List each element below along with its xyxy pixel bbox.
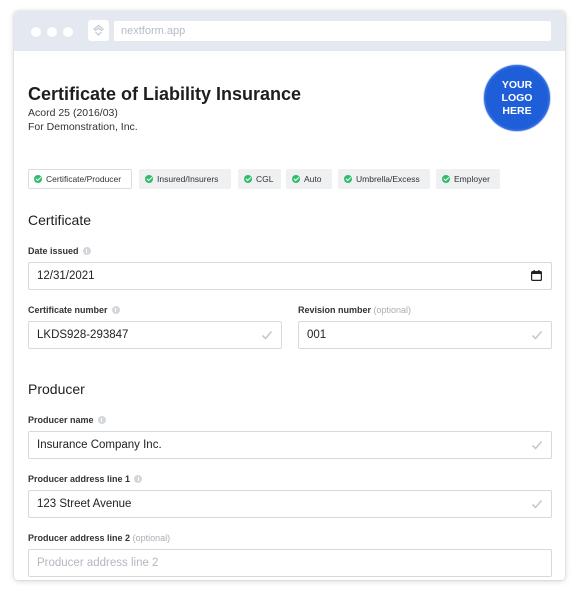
input-value: 123 Street Avenue: [37, 498, 132, 510]
label-text: Revision number: [298, 305, 372, 315]
input-value: 12/31/2021: [37, 270, 95, 282]
info-icon[interactable]: [82, 247, 91, 255]
producer-address2-label: Producer address line 2 (optional): [28, 533, 170, 543]
tab-cgl[interactable]: CGL: [238, 169, 281, 189]
tab-label: Insured/Insurers: [157, 174, 219, 184]
info-icon[interactable]: [111, 306, 120, 314]
optional-hint: (optional): [373, 305, 412, 315]
date-issued-label: Date issued: [28, 246, 91, 256]
tab-umbrella-excess[interactable]: Umbrella/Excess: [338, 169, 430, 189]
tab-auto[interactable]: Auto: [286, 169, 332, 189]
label-text: Producer address line 1: [28, 474, 131, 484]
window-dot-maximize[interactable]: [63, 27, 73, 37]
url-bar[interactable]: nextform.app: [114, 21, 551, 41]
checkmark-icon: [531, 499, 543, 509]
section-title-producer: Producer: [28, 381, 85, 397]
tab-insured-insurers[interactable]: Insured/Insurers: [139, 169, 231, 189]
form-code: Acord 25 (2016/03): [28, 107, 118, 119]
check-circle-icon: [344, 175, 352, 183]
browser-window: nextform.app Certificate of Liability In…: [14, 11, 565, 580]
window-dot-minimize[interactable]: [47, 27, 57, 37]
site-icon: [88, 20, 109, 41]
check-circle-icon: [442, 175, 450, 183]
input-value: 001: [307, 329, 327, 341]
check-circle-icon: [145, 175, 153, 183]
producer-address2-input[interactable]: Producer address line 2: [28, 549, 552, 577]
input-value: LKDS928-293847: [37, 329, 129, 341]
check-circle-icon: [292, 175, 300, 183]
certificate-number-input[interactable]: LKDS928-293847: [28, 321, 282, 349]
logo-line: HERE: [502, 104, 532, 117]
optional-hint: (optional): [132, 533, 171, 543]
tab-label: CGL: [256, 174, 274, 184]
browser-titlebar: nextform.app: [14, 11, 565, 51]
input-placeholder: Producer address line 2: [37, 557, 159, 569]
label-text: Date issued: [28, 246, 79, 256]
section-title-certificate: Certificate: [28, 212, 92, 228]
calendar-icon[interactable]: [531, 270, 542, 281]
info-icon[interactable]: [134, 475, 143, 483]
tab-label: Auto: [304, 174, 322, 184]
window-dot-close[interactable]: [31, 27, 41, 37]
revision-number-input[interactable]: 001: [298, 321, 552, 349]
producer-address1-input[interactable]: 123 Street Avenue: [28, 490, 552, 518]
certificate-number-label: Certificate number: [28, 305, 120, 315]
label-text: Producer address line 2: [28, 533, 131, 543]
logo-placeholder: YOUR LOGO HERE: [484, 65, 550, 131]
checkmark-icon: [531, 330, 543, 340]
input-value: Insurance Company Inc.: [37, 439, 162, 451]
producer-name-input[interactable]: Insurance Company Inc.: [28, 431, 552, 459]
company-name: For Demonstration, Inc.: [28, 121, 138, 133]
revision-number-label: Revision number (optional): [298, 305, 411, 315]
producer-name-label: Producer name: [28, 415, 106, 425]
logo-line: YOUR: [501, 78, 533, 91]
label-text: Certificate number: [28, 305, 108, 315]
info-icon[interactable]: [97, 416, 106, 424]
page-title: Certificate of Liability Insurance: [28, 84, 302, 104]
tab-label: Umbrella/Excess: [356, 174, 420, 184]
tab-label: Certificate/Producer: [46, 174, 122, 184]
checkmark-icon: [261, 330, 273, 340]
check-circle-icon: [34, 175, 42, 183]
label-text: Producer name: [28, 415, 94, 425]
logo-line: LOGO: [501, 91, 533, 104]
checkmark-icon: [531, 440, 543, 450]
tab-employer[interactable]: Employer: [436, 169, 500, 189]
date-issued-input[interactable]: 12/31/2021: [28, 262, 552, 290]
tab-certificate-producer[interactable]: Certificate/Producer: [28, 169, 132, 189]
check-circle-icon: [244, 175, 252, 183]
tab-label: Employer: [454, 174, 490, 184]
producer-address1-label: Producer address line 1: [28, 474, 143, 484]
